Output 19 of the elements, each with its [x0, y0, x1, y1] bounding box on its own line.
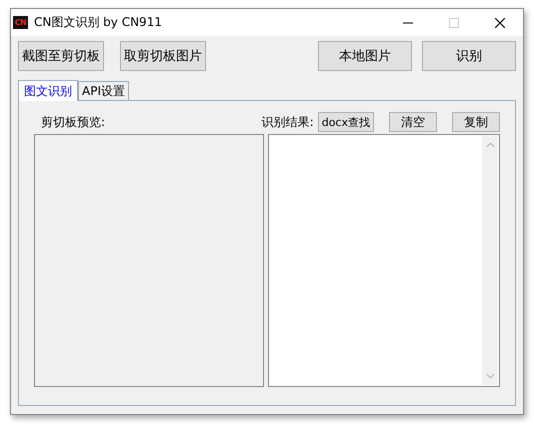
preview-label: 剪切板预览:: [41, 114, 106, 130]
app-logo: CN: [13, 16, 28, 29]
result-button[interactable]: 清空: [389, 112, 437, 132]
scrollbar[interactable]: [482, 136, 498, 385]
toolbar-button[interactable]: 取剪切板图片: [120, 41, 206, 71]
close-icon[interactable]: [495, 18, 505, 28]
result-label: 识别结果:: [262, 114, 314, 130]
tab[interactable]: 图文识别: [18, 80, 78, 101]
result-text-area[interactable]: [268, 134, 500, 387]
tab[interactable]: API设置: [78, 81, 129, 100]
scroll-up-icon[interactable]: [486, 142, 494, 148]
toolbar-button[interactable]: 本地图片: [318, 41, 412, 71]
result-button[interactable]: 复制: [452, 112, 500, 132]
toolbar-button[interactable]: 识别: [422, 41, 516, 71]
window-title: CN图文识别 by CN911: [34, 14, 163, 31]
toolbar-button[interactable]: 截图至剪切板: [18, 41, 104, 71]
result-button[interactable]: docx查找: [318, 112, 374, 132]
maximize-icon: [449, 18, 459, 28]
scroll-down-icon[interactable]: [486, 373, 494, 379]
